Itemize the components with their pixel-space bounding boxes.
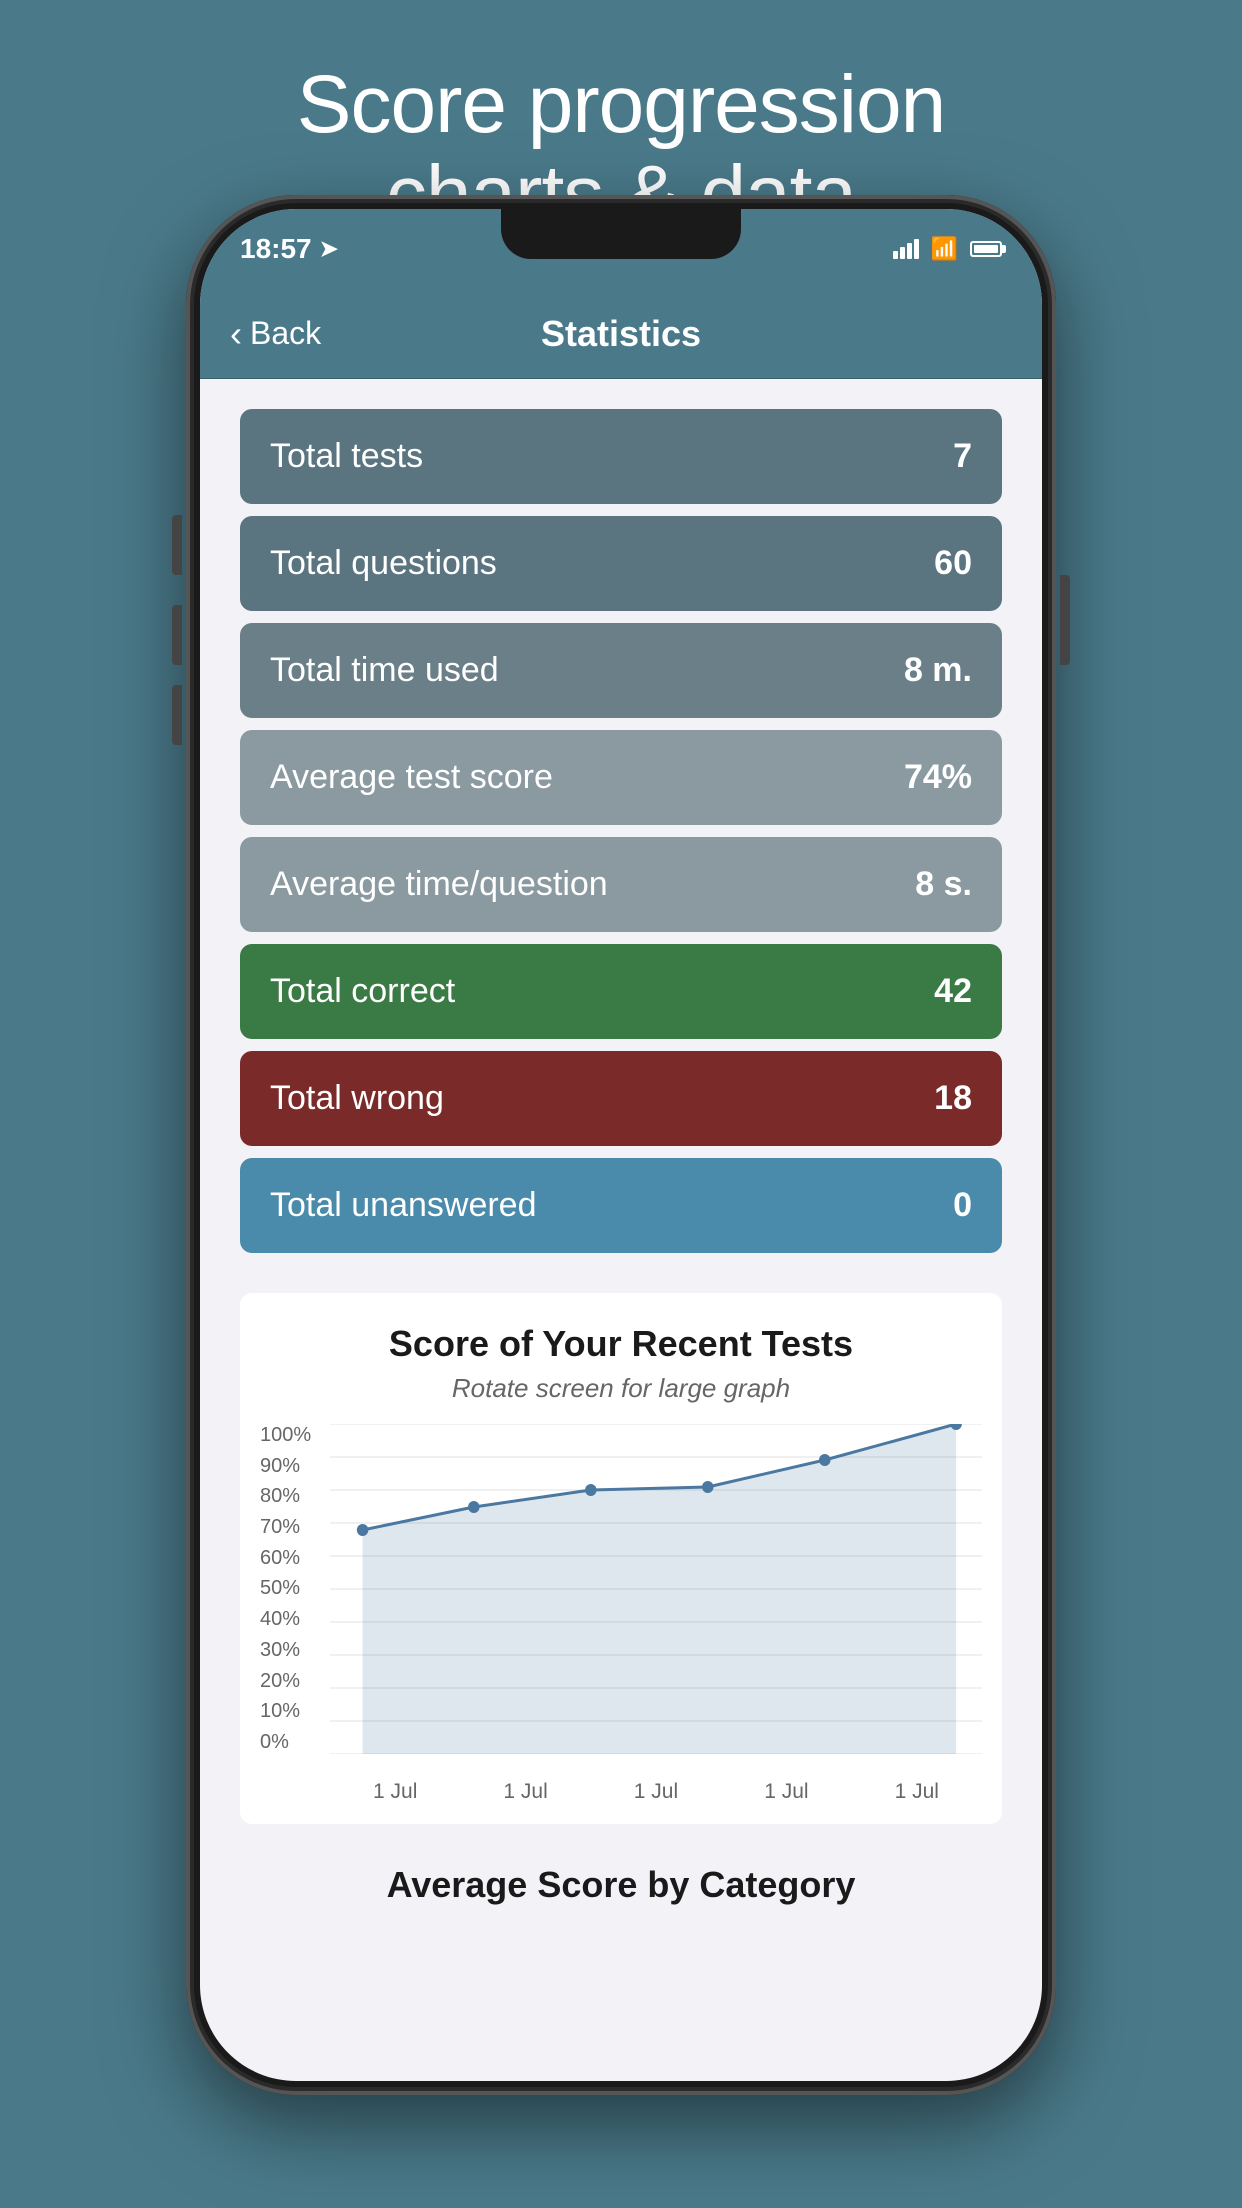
status-right: 📶	[893, 236, 1002, 262]
x-label-3: 1 Jul	[634, 1780, 678, 1804]
stat-value-avg-time: 8 s.	[915, 865, 972, 904]
notch	[501, 209, 741, 259]
y-label-10: 10%	[260, 1700, 322, 1723]
stat-label-total-time: Total time used	[270, 651, 499, 690]
stat-row-total-questions: Total questions 60	[240, 516, 1002, 611]
stat-label-total-wrong: Total wrong	[270, 1079, 444, 1118]
status-left: 18:57 ➤	[240, 233, 338, 265]
stat-value-avg-score: 74%	[904, 758, 972, 797]
stat-value-total-unanswered: 0	[953, 1186, 972, 1225]
phone-screen: 18:57 ➤ 📶 ‹ Back St	[200, 209, 1042, 2081]
y-label-100: 100%	[260, 1424, 322, 1447]
y-label-20: 20%	[260, 1670, 322, 1693]
stat-value-total-correct: 42	[934, 972, 972, 1011]
x-label-5: 1 Jul	[895, 1780, 939, 1804]
x-label-4: 1 Jul	[764, 1780, 808, 1804]
stat-row-total-wrong: Total wrong 18	[240, 1051, 1002, 1146]
stat-row-total-time: Total time used 8 m.	[240, 623, 1002, 718]
stat-row-total-correct: Total correct 42	[240, 944, 1002, 1039]
stat-row-avg-time: Average time/question 8 s.	[240, 837, 1002, 932]
stat-label-total-correct: Total correct	[270, 972, 455, 1011]
stat-value-total-questions: 60	[934, 544, 972, 583]
back-chevron-icon: ‹	[230, 313, 242, 355]
time-display: 18:57	[240, 233, 312, 265]
stats-list: Total tests 7 Total questions 60 Total t…	[240, 409, 1002, 1253]
location-icon: ➤	[320, 236, 338, 262]
stat-label-total-questions: Total questions	[270, 544, 497, 583]
y-label-70: 70%	[260, 1516, 322, 1539]
stat-value-total-tests: 7	[953, 437, 972, 476]
avg-category-title: Average Score by Category	[240, 1844, 1002, 1916]
stat-value-total-wrong: 18	[934, 1079, 972, 1118]
avg-category-section: Average Score by Category	[240, 1844, 1002, 1916]
chart-svg	[330, 1424, 982, 1754]
x-label-1: 1 Jul	[373, 1780, 417, 1804]
chart-area: 100% 90% 80% 70% 60% 50% 40% 30% 20% 10%…	[260, 1424, 982, 1804]
chart-title: Score of Your Recent Tests	[260, 1323, 982, 1365]
chart-subtitle: Rotate screen for large graph	[260, 1373, 982, 1404]
stat-label-total-tests: Total tests	[270, 437, 423, 476]
y-label-90: 90%	[260, 1455, 322, 1478]
y-label-40: 40%	[260, 1608, 322, 1631]
stat-row-avg-score: Average test score 74%	[240, 730, 1002, 825]
nav-bar: ‹ Back Statistics	[200, 289, 1042, 379]
stat-value-total-time: 8 m.	[904, 651, 972, 690]
stat-label-total-unanswered: Total unanswered	[270, 1186, 537, 1225]
y-label-50: 50%	[260, 1577, 322, 1600]
back-label: Back	[250, 315, 321, 352]
main-content: Total tests 7 Total questions 60 Total t…	[200, 379, 1042, 1946]
wifi-icon: 📶	[931, 236, 958, 262]
y-label-60: 60%	[260, 1547, 322, 1570]
signal-icon	[893, 239, 919, 259]
phone-frame: 18:57 ➤ 📶 ‹ Back St	[186, 195, 1056, 2095]
chart-section: Score of Your Recent Tests Rotate screen…	[240, 1293, 1002, 1824]
x-label-2: 1 Jul	[503, 1780, 547, 1804]
back-button[interactable]: ‹ Back	[230, 313, 321, 355]
stat-label-avg-time: Average time/question	[270, 865, 608, 904]
y-label-0: 0%	[260, 1731, 322, 1754]
nav-title: Statistics	[541, 313, 701, 355]
stat-label-avg-score: Average test score	[270, 758, 553, 797]
stat-row-total-unanswered: Total unanswered 0	[240, 1158, 1002, 1253]
y-label-30: 30%	[260, 1639, 322, 1662]
battery-icon	[970, 241, 1002, 257]
stat-row-total-tests: Total tests 7	[240, 409, 1002, 504]
y-label-80: 80%	[260, 1485, 322, 1508]
